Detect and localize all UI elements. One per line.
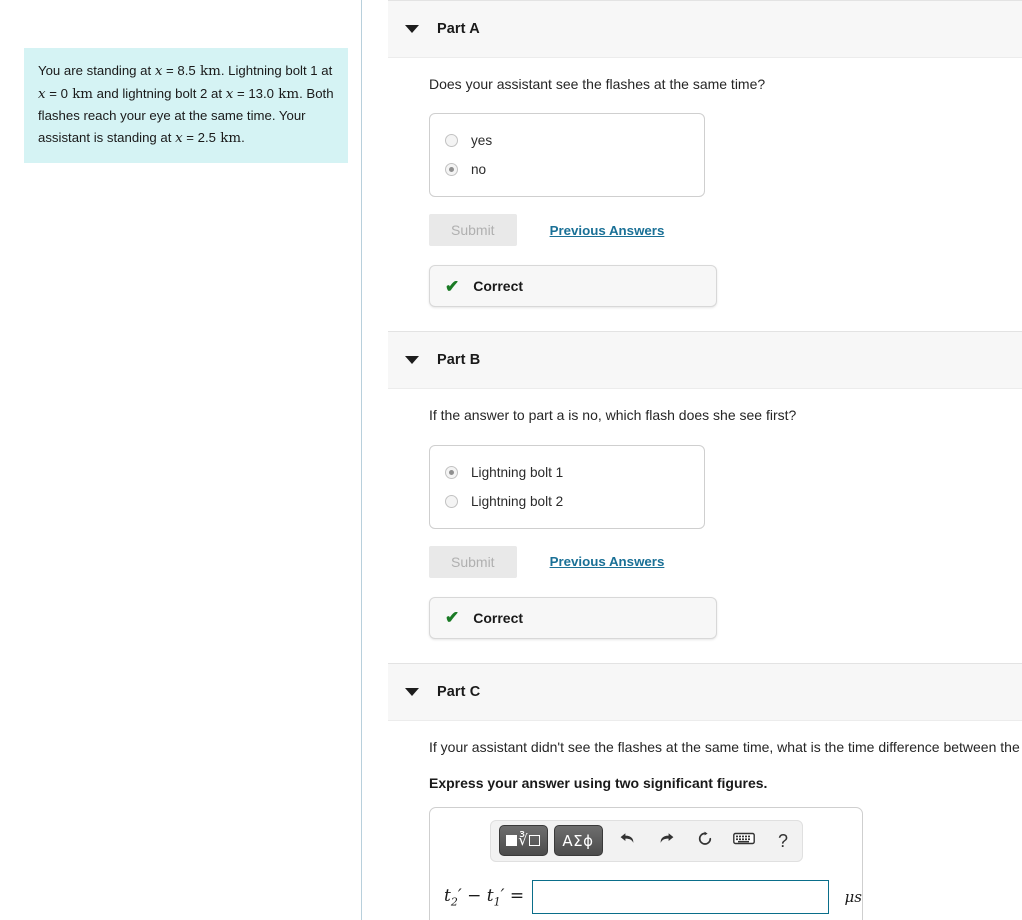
problem-page: You are standing at x = 8.5 km. Lightnin… bbox=[0, 0, 1022, 920]
parts-panel: Part A Does your assistant see the flash… bbox=[363, 0, 1022, 920]
part-body-c: If your assistant didn't see the flashes… bbox=[363, 721, 1022, 920]
math-template-button[interactable]: ∛ bbox=[498, 825, 548, 857]
math-toolbar: ∛ ΑΣϕ ? bbox=[489, 819, 803, 862]
answer-input-c[interactable] bbox=[532, 879, 829, 914]
help-icon[interactable]: ? bbox=[765, 832, 802, 850]
chevron-down-icon[interactable] bbox=[405, 687, 419, 696]
feedback-text-a: Correct bbox=[473, 278, 524, 295]
greek-symbols-button[interactable]: ΑΣϕ bbox=[553, 825, 603, 857]
choice-label-bolt-2: Lightning bolt 2 bbox=[471, 493, 564, 509]
part-block-b: Part B If the answer to part a is no, wh… bbox=[363, 331, 1022, 639]
submit-button-b[interactable]: Submit bbox=[429, 545, 517, 578]
radio-bolt-1[interactable] bbox=[445, 465, 458, 479]
check-icon: ✔ bbox=[445, 608, 460, 628]
action-row-a: Submit Previous Answers bbox=[429, 214, 1022, 247]
part-body-b: If the answer to part a is no, which fla… bbox=[363, 389, 1022, 639]
answer-unit-label: μs bbox=[844, 887, 862, 906]
previous-answers-link-a[interactable]: Previous Answers bbox=[550, 223, 665, 238]
part-title-a: Part A bbox=[437, 21, 480, 37]
choice-group-a: yes no bbox=[429, 113, 705, 198]
action-row-b: Submit Previous Answers bbox=[429, 545, 1022, 578]
feedback-banner-b: ✔ Correct bbox=[429, 596, 717, 639]
answer-widget-c: ∛ ΑΣϕ ? t2′ − t1′ = μs bbox=[429, 806, 863, 920]
radio-no[interactable] bbox=[445, 163, 458, 177]
question-text-c: If your assistant didn't see the flashes… bbox=[429, 738, 1022, 755]
choice-row-no[interactable]: no bbox=[430, 155, 704, 184]
submit-button-a[interactable]: Submit bbox=[429, 214, 517, 247]
question-text-b: If the answer to part a is no, which fla… bbox=[429, 407, 797, 424]
keyboard-icon[interactable] bbox=[726, 832, 763, 849]
choice-label-yes: yes bbox=[471, 133, 493, 149]
problem-statement-text: You are standing at x = 8.5 km. Lightnin… bbox=[24, 48, 348, 164]
choice-row-yes[interactable]: yes bbox=[430, 126, 704, 155]
part-block-c: Part C If your assistant didn't see the … bbox=[363, 662, 1022, 920]
feedback-text-b: Correct bbox=[473, 609, 524, 626]
choice-group-b: Lightning bolt 1 Lightning bolt 2 bbox=[429, 444, 705, 529]
answer-equation-label: t2′ − t1′ = bbox=[444, 885, 525, 909]
radio-bolt-2[interactable] bbox=[445, 494, 458, 508]
previous-answers-link-b[interactable]: Previous Answers bbox=[550, 554, 665, 569]
choice-label-no: no bbox=[471, 162, 487, 178]
question-text-a: Does your assistant see the flashes at t… bbox=[429, 76, 766, 92]
part-header-b[interactable]: Part B bbox=[388, 331, 1022, 390]
problem-statement-panel: You are standing at x = 8.5 km. Lightnin… bbox=[0, 0, 362, 920]
part-header-a[interactable]: Part A bbox=[388, 0, 1022, 58]
sqrt-template-icon: ∛ bbox=[506, 833, 540, 848]
part-title-b: Part B bbox=[437, 352, 481, 369]
undo-icon[interactable] bbox=[609, 831, 646, 850]
choice-row-bolt-2[interactable]: Lightning bolt 2 bbox=[430, 487, 704, 516]
redo-icon[interactable] bbox=[648, 831, 685, 850]
chevron-down-icon[interactable] bbox=[405, 25, 419, 33]
choice-row-bolt-1[interactable]: Lightning bolt 1 bbox=[430, 458, 704, 487]
part-header-c[interactable]: Part C bbox=[388, 662, 1022, 721]
part-body-a: Does your assistant see the flashes at t… bbox=[363, 58, 1022, 308]
check-icon: ✔ bbox=[445, 276, 460, 296]
part-title-c: Part C bbox=[437, 683, 481, 700]
chevron-down-icon[interactable] bbox=[405, 356, 419, 365]
choice-label-bolt-1: Lightning bolt 1 bbox=[471, 464, 564, 480]
feedback-banner-a: ✔ Correct bbox=[429, 265, 717, 308]
sig-figs-instruction: Express your answer using two significan… bbox=[429, 774, 768, 791]
part-block-a: Part A Does your assistant see the flash… bbox=[363, 0, 1022, 308]
answer-row-c: t2′ − t1′ = μs bbox=[430, 879, 862, 914]
radio-yes[interactable] bbox=[445, 134, 458, 148]
reset-icon[interactable] bbox=[687, 831, 724, 851]
